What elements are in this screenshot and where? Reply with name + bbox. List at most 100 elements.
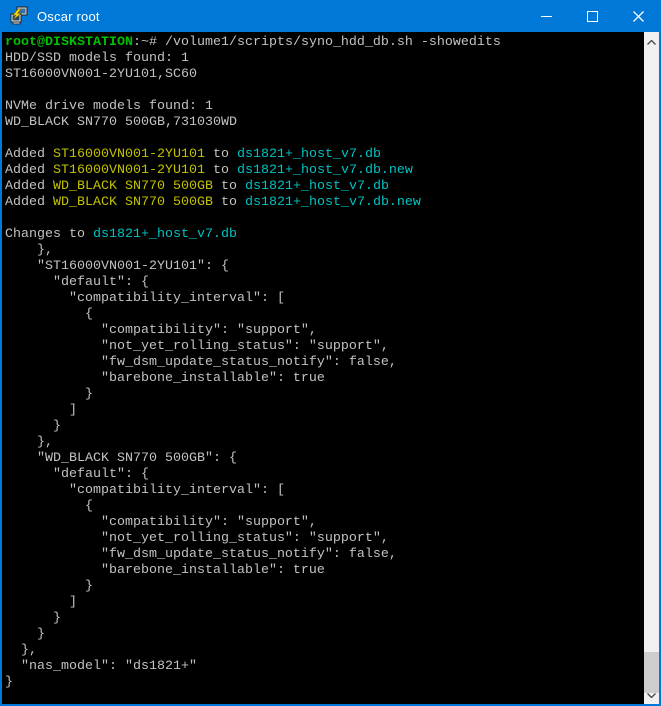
terminal-text-segment: to — [213, 179, 245, 194]
terminal-text-segment: Added — [5, 163, 53, 178]
terminal-line: "default": { — [5, 467, 644, 483]
terminal-text-segment: "compatibility_interval": [ — [5, 291, 285, 306]
terminal-line: }, — [5, 435, 644, 451]
terminal-text-segment: "fw_dsm_update_status_notify": false, — [5, 547, 397, 562]
terminal-line: Added WD_BLACK SN770 500GB to ds1821+_ho… — [5, 179, 644, 195]
terminal-text-segment: to — [205, 147, 237, 162]
terminal-text-segment: "fw_dsm_update_status_notify": false, — [5, 355, 397, 370]
terminal-line: "barebone_installable": true — [5, 563, 644, 579]
terminal-text-segment: }, — [5, 643, 37, 658]
terminal-text-segment: ST16000VN001-2YU101,SC60 — [5, 67, 197, 82]
terminal-line: "compatibility": "support", — [5, 515, 644, 531]
terminal-line: WD_BLACK SN770 500GB,731030WD — [5, 115, 644, 131]
terminal-line: NVMe drive models found: 1 — [5, 99, 644, 115]
terminal-text-segment: "default": { — [5, 275, 149, 290]
terminal-line — [5, 83, 644, 99]
terminal-text-segment: to — [213, 195, 245, 210]
maximize-icon — [587, 11, 598, 22]
terminal-text-segment: WD_BLACK SN770 500GB — [53, 195, 213, 210]
terminal-text-segment: } — [5, 627, 45, 642]
terminal-line: "fw_dsm_update_status_notify": false, — [5, 355, 644, 371]
chevron-up-icon — [647, 40, 656, 45]
terminal-line: }, — [5, 243, 644, 259]
terminal-text-segment: } — [5, 419, 61, 434]
terminal-line: } — [5, 579, 644, 595]
terminal-line: "fw_dsm_update_status_notify": false, — [5, 547, 644, 563]
terminal-line: } — [5, 611, 644, 627]
terminal-text-segment: Added — [5, 147, 53, 162]
titlebar[interactable]: Oscar root — [0, 0, 661, 32]
terminal-line: } — [5, 419, 644, 435]
terminal-text-segment: Added — [5, 195, 53, 210]
terminal-text-segment: to — [205, 163, 237, 178]
terminal-line: "WD_BLACK SN770 500GB": { — [5, 451, 644, 467]
terminal-text-segment: }, — [5, 243, 53, 258]
scroll-down-button[interactable] — [644, 687, 659, 703]
terminal-text-segment: ST16000VN001-2YU101 — [53, 163, 205, 178]
terminal-output: root@DISKSTATION:~# /volume1/scripts/syn… — [2, 32, 644, 704]
terminal-text-segment: "barebone_installable": true — [5, 563, 325, 578]
scrollbar[interactable] — [644, 32, 659, 704]
terminal-line: Added WD_BLACK SN770 500GB to ds1821+_ho… — [5, 195, 644, 211]
terminal-text-segment: ] — [5, 403, 77, 418]
terminal-line: } — [5, 387, 644, 403]
terminal-text-segment: ] — [5, 595, 77, 610]
terminal-line: } — [5, 675, 644, 691]
terminal-line: "default": { — [5, 275, 644, 291]
terminal-line: Added ST16000VN001-2YU101 to ds1821+_hos… — [5, 147, 644, 163]
terminal-text-segment: "barebone_installable": true — [5, 371, 325, 386]
terminal-text-segment: } — [5, 387, 93, 402]
terminal-line: "compatibility": "support", — [5, 323, 644, 339]
terminal-line: "barebone_installable": true — [5, 371, 644, 387]
terminal-text-segment: :~# /volume1/scripts/syno_hdd_db.sh -sho… — [133, 35, 501, 50]
terminal-text-segment: Changes to — [5, 227, 93, 242]
putty-terminal-icon-svg — [9, 6, 29, 26]
terminal-line: ] — [5, 595, 644, 611]
close-button[interactable] — [615, 0, 661, 32]
terminal-text-segment: } — [5, 611, 61, 626]
terminal-line: "compatibility_interval": [ — [5, 291, 644, 307]
terminal-line: "ST16000VN001-2YU101": { — [5, 259, 644, 275]
terminal-text-segment: { — [5, 499, 93, 514]
terminal-text-segment: ds1821+_host_v7.db.new — [237, 163, 413, 178]
terminal-text-segment: "compatibility": "support", — [5, 323, 317, 338]
terminal-line: { — [5, 307, 644, 323]
terminal-text-segment: "not_yet_rolling_status": "support", — [5, 339, 389, 354]
terminal-line: ] — [5, 403, 644, 419]
terminal-line: Changes to ds1821+_host_v7.db — [5, 227, 644, 243]
minimize-button[interactable] — [523, 0, 569, 32]
terminal-text-segment: } — [5, 675, 13, 690]
terminal-text-segment: WD_BLACK SN770 500GB — [53, 179, 213, 194]
maximize-button[interactable] — [569, 0, 615, 32]
terminal-text-segment: ds1821+_host_v7.db — [237, 147, 381, 162]
minimize-icon — [541, 16, 552, 17]
terminal-text-segment: HDD/SSD models found: 1 — [5, 51, 189, 66]
terminal-text-segment: } — [5, 579, 93, 594]
window-controls — [523, 0, 661, 32]
terminal-text-segment: "compatibility": "support", — [5, 515, 317, 530]
terminal-text-segment: ds1821+_host_v7.db — [245, 179, 389, 194]
terminal-line — [5, 131, 644, 147]
window-title: Oscar root — [37, 9, 100, 24]
terminal-text-segment: "compatibility_interval": [ — [5, 483, 285, 498]
terminal-line: ST16000VN001-2YU101,SC60 — [5, 67, 644, 83]
terminal-text-segment: { — [5, 307, 93, 322]
terminal-text-segment: "default": { — [5, 467, 149, 482]
terminal-text-segment: "nas_model": "ds1821+" — [5, 659, 197, 674]
terminal-text-segment: NVMe drive models found: 1 — [5, 99, 213, 114]
terminal-line: root@DISKSTATION:~# /volume1/scripts/syn… — [5, 35, 644, 51]
terminal-line: { — [5, 499, 644, 515]
terminal-line: Added ST16000VN001-2YU101 to ds1821+_hos… — [5, 163, 644, 179]
terminal-text-segment: ds1821+_host_v7.db.new — [245, 195, 421, 210]
terminal-line: }, — [5, 643, 644, 659]
terminal-text-segment: }, — [5, 435, 53, 450]
terminal-line: "not_yet_rolling_status": "support", — [5, 339, 644, 355]
scroll-up-button[interactable] — [644, 34, 659, 50]
terminal-text-segment: "WD_BLACK SN770 500GB": { — [5, 451, 237, 466]
terminal-line: HDD/SSD models found: 1 — [5, 51, 644, 67]
putty-window: Oscar root root@DISKSTATION:~# /volume1/… — [0, 0, 661, 706]
terminal-line: } — [5, 627, 644, 643]
putty-terminal-icon[interactable] — [9, 6, 29, 26]
terminal-text-segment: ST16000VN001-2YU101 — [53, 147, 205, 162]
terminal-line: "nas_model": "ds1821+" — [5, 659, 644, 675]
